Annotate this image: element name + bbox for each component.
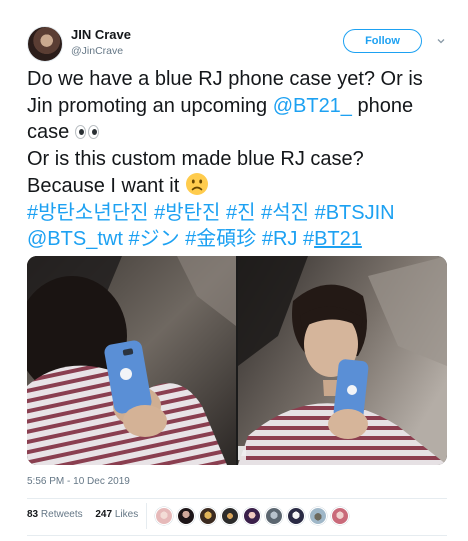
follow-button[interactable]: Follow	[343, 29, 422, 53]
hashtag-link[interactable]: #방탄진	[154, 202, 220, 224]
avatar[interactable]	[199, 507, 217, 525]
retweets-count: 83	[27, 509, 39, 520]
tweet-media[interactable]	[27, 256, 447, 465]
mention-link[interactable]: @BTS_twt	[27, 228, 123, 250]
avatar[interactable]	[309, 507, 327, 525]
mention-link[interactable]: @BT21_	[273, 95, 352, 117]
likes-stat[interactable]: 247 Likes	[95, 509, 138, 520]
tweet-text-line: Do we have a blue RJ phone case yet? Or …	[27, 68, 423, 90]
avatar[interactable]	[243, 507, 261, 525]
chevron-down-icon[interactable]	[437, 37, 445, 45]
slightly-frowning-face-icon	[185, 173, 208, 195]
avatar[interactable]	[287, 507, 305, 525]
retweets-stat[interactable]: 83 Retweets	[27, 509, 83, 520]
avatar[interactable]	[265, 507, 283, 525]
hashtag-link[interactable]: #방탄소년단진	[27, 202, 149, 224]
tweet-text-segment: phone	[351, 94, 414, 117]
author-avatar[interactable]	[27, 26, 63, 62]
tweet-text-segment: case	[27, 121, 75, 143]
retweets-label: Retweets	[40, 509, 83, 520]
avatar[interactable]	[331, 507, 349, 525]
tweet-text-line: Or is this custom made blue RJ case?	[27, 147, 364, 170]
avatar[interactable]	[155, 507, 173, 525]
stats-separator	[146, 503, 147, 529]
tweet-text-segment: Jin promoting an upcoming	[27, 94, 273, 117]
eyes-emoji-icon	[74, 125, 101, 139]
tweet-stats: 83 Retweets 247 Likes	[27, 509, 144, 520]
hashtag-link[interactable]: #BTSJIN	[315, 202, 395, 224]
stats-divider-bottom	[27, 535, 447, 536]
media-photo-right[interactable]	[238, 256, 447, 465]
hashtag-link[interactable]: #RJ	[262, 228, 298, 250]
tweet-text-segment: Because I want it	[27, 175, 185, 197]
media-photo-left[interactable]	[27, 256, 236, 465]
author-name[interactable]: JIN Crave	[71, 27, 131, 42]
avatar[interactable]	[221, 507, 239, 525]
likes-label: Likes	[114, 509, 139, 520]
hashtag-link[interactable]: #석진	[261, 202, 309, 224]
author-handle[interactable]: @JinCrave	[71, 45, 123, 57]
hashtag-link[interactable]: #진	[226, 202, 256, 224]
tweet-header: JIN Crave @JinCrave Follow	[27, 26, 447, 66]
hashtag-link[interactable]: #ジン	[128, 228, 179, 250]
tweet-text: Do we have a blue RJ phone case yet? Or …	[27, 66, 447, 253]
hashtag-symbol: #	[302, 228, 315, 250]
hashtag-link[interactable]: #BT21	[303, 228, 362, 250]
avatar[interactable]	[177, 507, 195, 525]
likes-count: 247	[95, 509, 113, 520]
tweet-timestamp[interactable]: 5:56 PM - 10 Dec 2019	[27, 476, 130, 487]
hashtag-link[interactable]: #金碩珍	[185, 228, 256, 250]
hashtag-word: BT21	[314, 228, 362, 250]
stats-divider-top	[27, 498, 447, 499]
